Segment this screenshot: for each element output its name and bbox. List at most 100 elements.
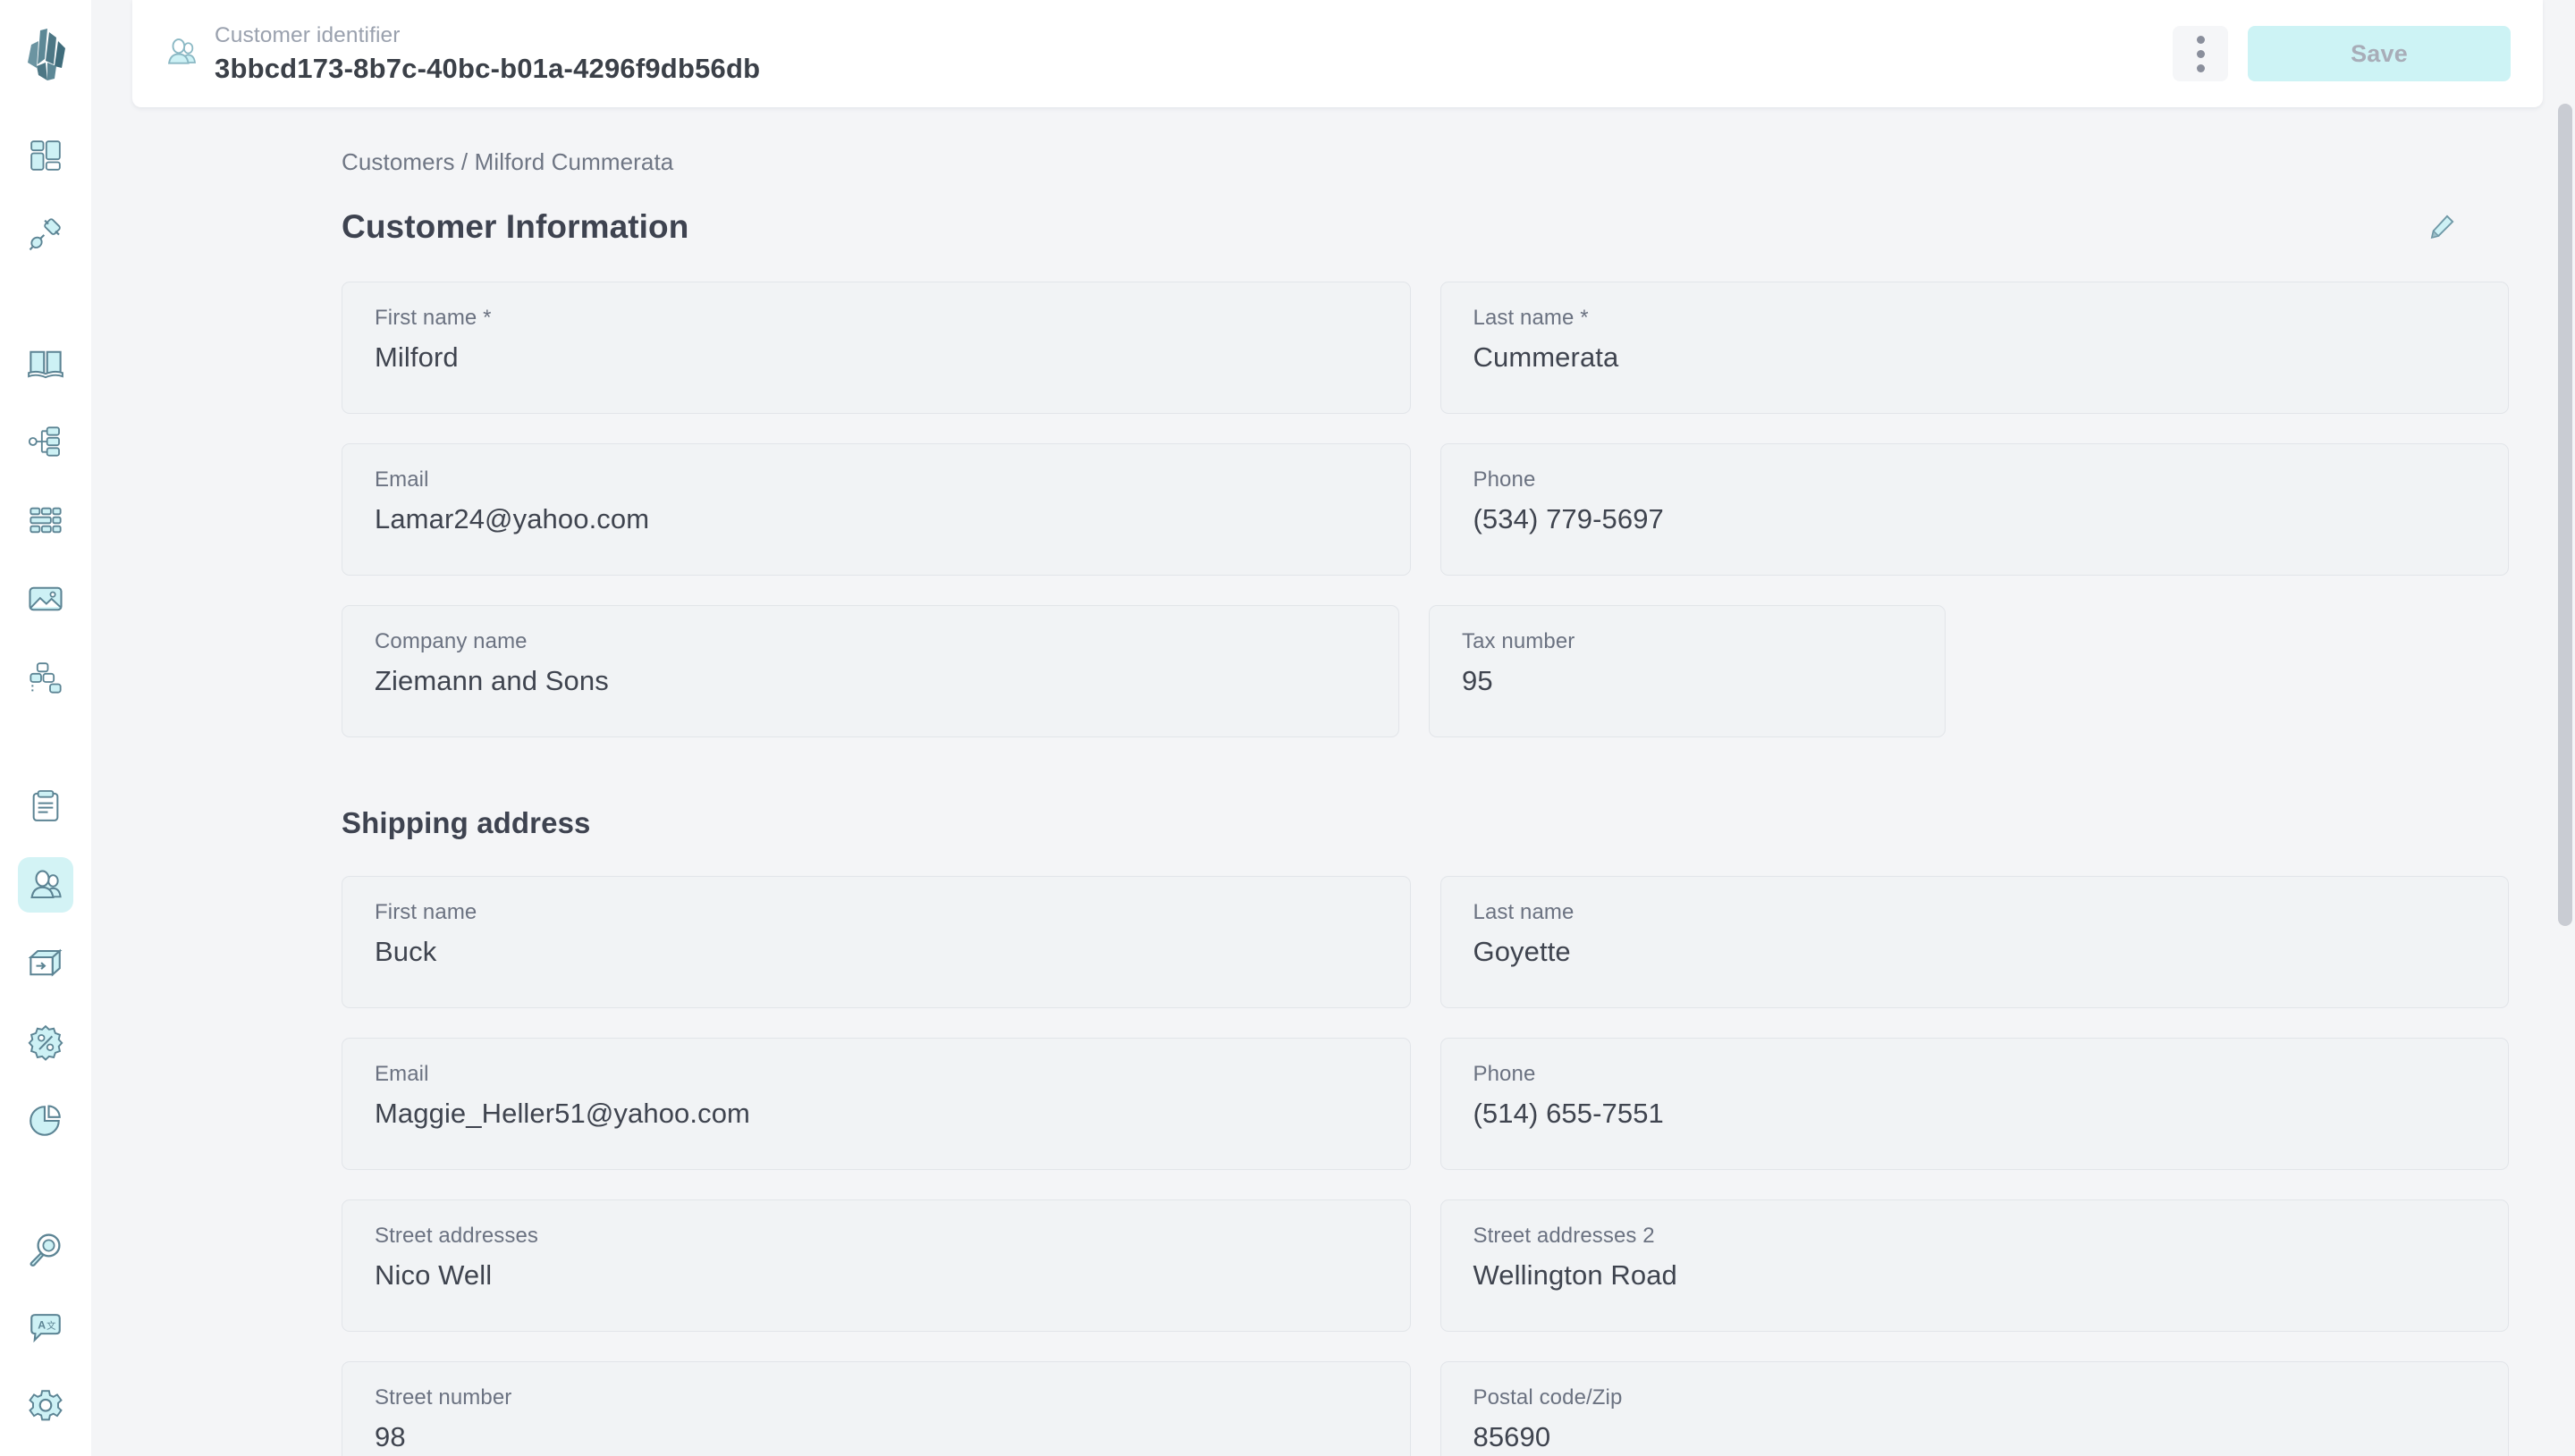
svg-text:A: A — [38, 1319, 46, 1332]
field-value: (514) 655-7551 — [1473, 1098, 1664, 1129]
brand-logo[interactable] — [21, 29, 71, 87]
field-phone[interactable]: Phone (534) 779-5697 — [1439, 443, 2509, 576]
sidebar-item-integrations[interactable] — [18, 206, 73, 262]
sidebar-item-search[interactable] — [18, 1222, 73, 1277]
field-tax-number[interactable]: Tax number 95 — [1429, 605, 1946, 737]
kebab-menu-icon — [2196, 49, 2205, 58]
field-shipping-first-name[interactable]: First name Buck — [342, 876, 1411, 1008]
field-value: Maggie_Heller51@yahoo.com — [375, 1098, 750, 1129]
field-last-name[interactable]: Last name * Cummerata — [1439, 282, 2509, 414]
pencil-icon — [2430, 215, 2454, 240]
grid-rows-icon — [30, 507, 62, 534]
main-area: Customer identifier 3bbcd173-8b7c-40bc-b… — [91, 0, 2575, 1456]
field-company-name[interactable]: Company name Ziemann and Sons — [342, 605, 1399, 737]
field-label: Street number — [375, 1385, 512, 1410]
breadcrumb-separator: / — [454, 148, 475, 175]
blocks-icon — [30, 662, 62, 694]
field-email[interactable]: Email Lamar24@yahoo.com — [342, 443, 1411, 576]
sidebar-item-translations[interactable]: A 文 — [18, 1300, 73, 1356]
sidebar-item-orders[interactable] — [18, 778, 73, 834]
customers-icon — [30, 870, 62, 899]
breadcrumb-parent[interactable]: Customers — [342, 148, 455, 175]
app-root: A 文 Customer identifier 3bbcd173-8b7c-40… — [0, 0, 2575, 1456]
language-bubble-icon: A 文 — [30, 1314, 61, 1343]
sitemap-icon — [28, 426, 60, 457]
content-scroll-region[interactable]: Customers / Milford Cummerata Customer I… — [91, 107, 2575, 1456]
sidebar-item-discounts[interactable] — [18, 1014, 73, 1070]
sidebar-item-media[interactable] — [18, 571, 73, 627]
field-label: Tax number — [1462, 629, 1575, 653]
field-value: Nico Well — [375, 1259, 493, 1291]
vertical-scrollbar[interactable] — [2555, 104, 2575, 1456]
field-shipping-phone[interactable]: Phone (514) 655-7551 — [1439, 1038, 2509, 1170]
customer-identifier-label: Customer identifier — [215, 22, 401, 47]
ci-row-2: Email Lamar24@yahoo.com Phone (534) 779-… — [342, 443, 2509, 576]
sidebar-item-attributes[interactable] — [18, 492, 73, 548]
sidebar-item-variants[interactable] — [18, 650, 73, 705]
field-label: First name * — [375, 306, 492, 330]
sa-row-2: Email Maggie_Heller51@yahoo.com Phone (5… — [342, 1038, 2509, 1170]
sidebar-item-catalog[interactable] — [18, 335, 73, 391]
book-icon — [28, 350, 63, 379]
field-value: Lamar24@yahoo.com — [375, 503, 650, 534]
dashboard-icon — [30, 140, 61, 171]
image-icon — [29, 586, 63, 611]
sidebar-items: A 文 — [18, 128, 73, 1456]
customers-icon — [165, 35, 198, 73]
kebab-menu-icon — [2196, 63, 2205, 72]
customer-information-header: Customer Information — [342, 208, 2509, 246]
field-shipping-last-name[interactable]: Last name Goyette — [1439, 876, 2509, 1008]
save-button[interactable]: Save — [2248, 26, 2511, 81]
field-value: Goyette — [1473, 936, 1571, 967]
kebab-menu-icon — [2196, 35, 2205, 44]
field-postal-code[interactable]: Postal code/Zip 85690 — [1439, 1361, 2509, 1456]
field-value: Buck — [375, 936, 437, 967]
field-first-name[interactable]: First name * Milford — [342, 282, 1411, 414]
field-street-addresses[interactable]: Street addresses Nico Well — [342, 1199, 1411, 1332]
breadcrumb-current: Milford Cummerata — [474, 148, 674, 175]
sidebar-item-shipments[interactable] — [18, 936, 73, 991]
field-label: Last name — [1473, 900, 1575, 924]
customer-identifier-value: 3bbcd173-8b7c-40bc-b01a-4296f9db56db — [215, 52, 761, 84]
more-options-button[interactable] — [2173, 26, 2228, 81]
top-bar-actions: Save — [2173, 26, 2511, 81]
field-value: 95 — [1462, 665, 1493, 696]
field-label: Phone — [1473, 467, 1536, 492]
field-street-number[interactable]: Street number 98 — [342, 1361, 1411, 1456]
sa-row-1: First name Buck Last name Goyette — [342, 876, 2509, 1008]
field-label: Phone — [1473, 1062, 1536, 1086]
field-shipping-email[interactable]: Email Maggie_Heller51@yahoo.com — [342, 1038, 1411, 1170]
field-label: Street addresses 2 — [1473, 1224, 1655, 1248]
field-label: First name — [375, 900, 477, 924]
sa-row-4: Street number 98 Postal code/Zip 85690 — [342, 1361, 2509, 1456]
field-label: Email — [375, 467, 429, 492]
gear-icon — [29, 1390, 63, 1421]
breadcrumb: Customers / Milford Cummerata — [342, 148, 2509, 176]
shipping-address-header: Shipping address — [342, 806, 2509, 840]
page-title: Customer Information — [342, 208, 689, 245]
field-label: Company name — [375, 629, 528, 653]
sidebar-item-reports[interactable] — [18, 1093, 73, 1149]
field-label: Postal code/Zip — [1473, 1385, 1623, 1410]
field-street-addresses-2[interactable]: Street addresses 2 Wellington Road — [1439, 1199, 2509, 1332]
ci-row-3: Company name Ziemann and Sons Tax number… — [342, 605, 2509, 737]
field-label: Last name * — [1473, 306, 1589, 330]
plug-icon — [29, 218, 61, 251]
sidebar-item-categories[interactable] — [18, 414, 73, 469]
edit-button[interactable] — [2427, 212, 2457, 242]
sidebar-item-settings[interactable] — [18, 1379, 73, 1435]
sidebar-item-dashboard[interactable] — [18, 128, 73, 183]
field-value: Ziemann and Sons — [375, 665, 609, 696]
box-arrow-icon — [28, 948, 63, 977]
ci-row-1: First name * Milford Last name * Cummera… — [342, 282, 2509, 414]
clipboard-icon — [32, 790, 59, 821]
field-label: Email — [375, 1062, 429, 1086]
crystal-logo-icon — [28, 29, 65, 80]
sidebar-item-customers[interactable] — [18, 857, 73, 913]
discount-badge-icon — [28, 1024, 63, 1061]
field-value: 85690 — [1473, 1421, 1551, 1452]
field-value: 98 — [375, 1421, 406, 1452]
scrollbar-thumb[interactable] — [2558, 104, 2572, 926]
shipping-address-title: Shipping address — [342, 806, 591, 839]
